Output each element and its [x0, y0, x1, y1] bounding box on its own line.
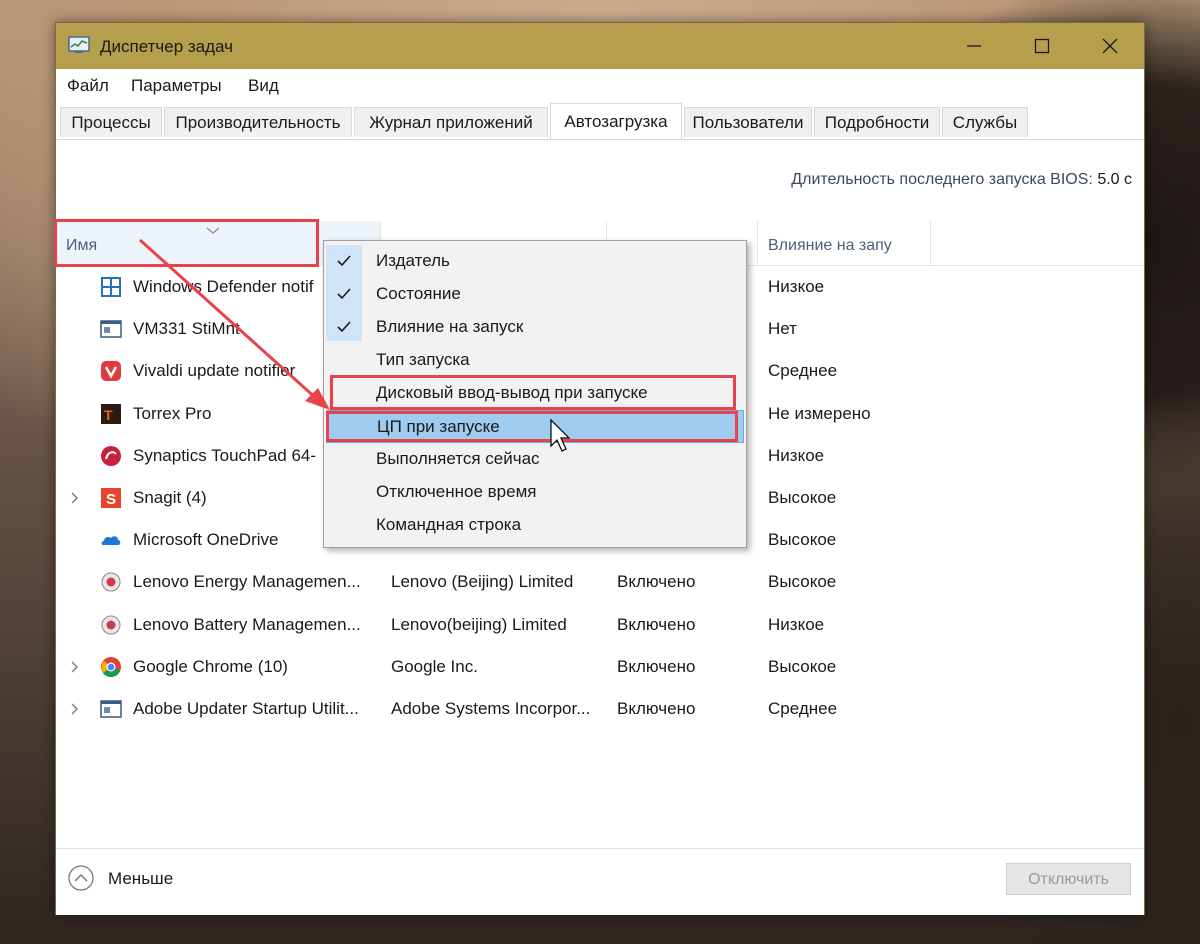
bios-time: Длительность последнего запуска BIOS: 5.…: [791, 171, 1132, 189]
snagit-icon: S: [101, 488, 121, 508]
checkmark-icon: [337, 255, 351, 267]
cell-impact: Высокое: [768, 572, 837, 592]
cell-impact: Среднее: [768, 361, 838, 381]
menu-view[interactable]: Вид: [248, 76, 279, 96]
cell-impact: Низкое: [768, 614, 825, 634]
tab-users[interactable]: Пользователи: [684, 107, 812, 137]
tab-processes[interactable]: Процессы: [60, 107, 162, 137]
cell-status: Включено: [617, 572, 696, 592]
onedrive-icon: [101, 536, 121, 546]
tab-services[interactable]: Службы: [942, 107, 1028, 137]
bios-time-label: Длительность последнего запуска BIOS:: [791, 171, 1093, 188]
cell-impact: Не измерено: [768, 403, 871, 423]
menu-item-label: Командная строка: [376, 515, 522, 534]
fewer-details-link[interactable]: Меньше: [108, 869, 173, 889]
maximize-icon: [1034, 38, 1050, 54]
menu-item-1[interactable]: Издатель: [326, 245, 744, 278]
highlight-disk-io-item: [330, 375, 736, 410]
menu-item-7[interactable]: Выполняется сейчас: [326, 443, 744, 476]
windows-defender-icon: [101, 277, 121, 297]
cell-impact: Высокое: [768, 488, 837, 507]
minimize-icon: [967, 45, 981, 47]
lenovo-icon: [101, 615, 121, 635]
menu-item-label: Отключенное время: [376, 482, 537, 501]
svg-text:T: T: [104, 407, 113, 423]
cell-impact: Низкое: [768, 277, 825, 296]
menu-item-label: Выполняется сейчас: [376, 449, 540, 468]
tab-startup[interactable]: Автозагрузка: [550, 103, 682, 139]
menu-item-label: Издатель: [376, 251, 450, 270]
svg-text:S: S: [106, 491, 116, 508]
vivaldi-icon: [101, 361, 121, 382]
table-row[interactable]: Adobe Updater Startup Utilit... Adobe Sys…: [56, 688, 1144, 730]
synaptics-icon: [101, 445, 121, 466]
menu-item-label: Влияние на запуск: [376, 317, 524, 336]
cell-impact: Высокое: [768, 656, 837, 676]
column-impact-label: Влияние на запу: [768, 237, 892, 254]
menu-item-label: Тип запуска: [376, 350, 470, 369]
cell-status: Включено: [617, 656, 696, 676]
table-row[interactable]: Lenovo Battery Managemen... Lenovo(beijin…: [56, 604, 1144, 646]
cell-name: Lenovo Battery Managemen...: [133, 614, 361, 634]
cell-impact: Низкое: [768, 445, 825, 465]
tab-app-history[interactable]: Журнал приложений: [354, 107, 548, 137]
app-window-icon: [100, 320, 122, 338]
tab-performance[interactable]: Производительность: [164, 107, 352, 137]
menu-item-4[interactable]: Тип запуска: [326, 344, 744, 377]
close-button[interactable]: [1076, 23, 1144, 69]
footer-bar: Меньше Отключить: [56, 848, 1144, 915]
cell-name: Google Chrome (10): [133, 656, 288, 676]
cell-publisher: Lenovo(beijing) Limited: [391, 614, 567, 634]
menu-item-8[interactable]: Отключенное время: [326, 476, 744, 509]
menu-item-9[interactable]: Командная строка: [326, 509, 744, 542]
cell-name: Adobe Updater Startup Utilit...: [133, 699, 359, 718]
cell-publisher: Lenovo (Beijing) Limited: [391, 572, 574, 592]
lenovo-icon: [101, 572, 121, 592]
cell-impact: Нет: [768, 319, 797, 339]
window-title: Диспетчер задач: [100, 37, 233, 56]
highlight-name-column: [54, 219, 319, 267]
cell-name: Lenovo Energy Managemen...: [133, 572, 361, 592]
menu-item-2[interactable]: Состояние: [326, 278, 744, 311]
table-row[interactable]: Google Chrome (10) Google Inc. Включено Выс…: [56, 646, 1144, 688]
cell-impact: Среднее: [768, 699, 838, 718]
column-impact[interactable]: Влияние на запу: [758, 221, 931, 265]
cell-status: Включено: [617, 614, 696, 634]
chrome-icon: [101, 656, 121, 677]
close-icon: [1102, 38, 1118, 54]
cell-publisher: Google Inc.: [391, 656, 478, 676]
tab-bar: Процессы Производительность Журнал прило…: [56, 101, 1144, 140]
table-row[interactable]: Lenovo Energy Managemen... Lenovo (Beijin…: [56, 561, 1144, 603]
checkmark-icon: [337, 321, 351, 333]
menu-bar: Файл Параметры Вид: [56, 69, 1144, 101]
menu-file[interactable]: Файл: [67, 76, 109, 96]
tab-details[interactable]: Подробности: [814, 107, 940, 137]
bios-time-value: 5.0 с: [1097, 171, 1132, 188]
app-window-icon: [100, 700, 122, 718]
menu-item-label: Состояние: [376, 284, 461, 303]
menu-options[interactable]: Параметры: [131, 76, 222, 96]
disable-button[interactable]: Отключить: [1006, 863, 1131, 895]
checkmark-icon: [337, 288, 351, 300]
chevron-up-circle-icon[interactable]: [68, 865, 94, 891]
chevron-right-icon[interactable]: [70, 702, 80, 716]
menu-item-3[interactable]: Влияние на запуск: [326, 311, 744, 344]
chevron-right-icon[interactable]: [70, 660, 80, 674]
torrex-icon: T: [101, 403, 121, 424]
highlight-cpu-item: [326, 411, 738, 442]
title-bar[interactable]: Диспетчер задач: [56, 23, 1144, 69]
cell-publisher: Adobe Systems Incorpor...: [391, 699, 591, 718]
maximize-button[interactable]: [1008, 23, 1076, 69]
task-manager-icon: [68, 36, 90, 53]
cell-status: Включено: [617, 699, 696, 718]
chevron-right-icon[interactable]: [70, 491, 80, 505]
cell-impact: Высокое: [768, 530, 837, 550]
minimize-button[interactable]: [940, 23, 1008, 69]
